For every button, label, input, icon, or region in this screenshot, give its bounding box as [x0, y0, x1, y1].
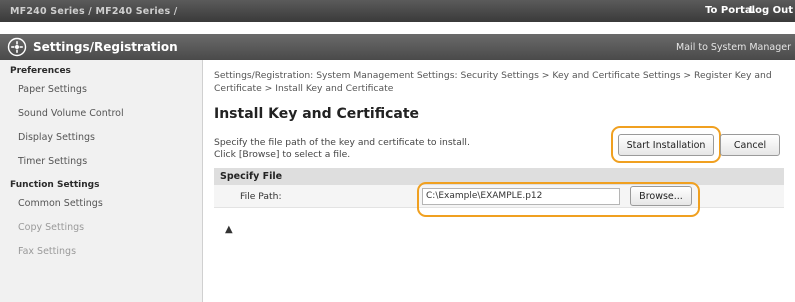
mail-to-system-manager-link[interactable]: Mail to System Manager — [676, 42, 791, 53]
main-content: Settings/Registration: System Management… — [214, 60, 795, 302]
page-header: Settings/Registration Mail to System Man… — [0, 34, 795, 60]
page-description: Specify the file path of the key and cer… — [214, 137, 594, 160]
sidebar-group-function-settings: Function Settings — [10, 180, 100, 190]
description-line: Click [Browse] to select a file. — [214, 148, 351, 160]
page-top-icon[interactable]: ▲ — [225, 224, 233, 235]
sidebar-item-common-settings[interactable]: Common Settings — [0, 192, 202, 216]
start-installation-button[interactable]: Start Installation — [618, 134, 714, 156]
sidebar-item-sound-volume-control[interactable]: Sound Volume Control — [0, 102, 202, 126]
cancel-button[interactable]: Cancel — [720, 134, 780, 156]
sidebar: Preferences Paper Settings Sound Volume … — [0, 60, 203, 302]
header-title: Settings/Registration — [33, 40, 178, 54]
sidebar-item-display-settings[interactable]: Display Settings — [0, 126, 202, 150]
log-out-link[interactable]: Log Out — [749, 5, 793, 16]
description-line: Specify the file path of the key and cer… — [214, 137, 470, 148]
sidebar-item-copy-settings[interactable]: Copy Settings — [0, 216, 202, 240]
highlight-ring — [417, 182, 700, 217]
device-name: MF240 Series / MF240 Series / — [10, 6, 178, 17]
top-bar: MF240 Series / MF240 Series / To Portal … — [0, 0, 795, 22]
page-title: Install Key and Certificate — [214, 106, 420, 122]
breadcrumb: Settings/Registration: System Management… — [214, 70, 772, 94]
sidebar-group-preferences: Preferences — [10, 66, 71, 76]
sidebar-item-fax-settings[interactable]: Fax Settings — [0, 240, 202, 264]
sidebar-item-timer-settings[interactable]: Timer Settings — [0, 150, 202, 174]
file-path-label: File Path: — [240, 191, 282, 202]
to-portal-link[interactable]: To Portal — [705, 5, 755, 16]
sidebar-item-paper-settings[interactable]: Paper Settings — [0, 78, 202, 102]
gear-settings-icon — [7, 37, 27, 57]
